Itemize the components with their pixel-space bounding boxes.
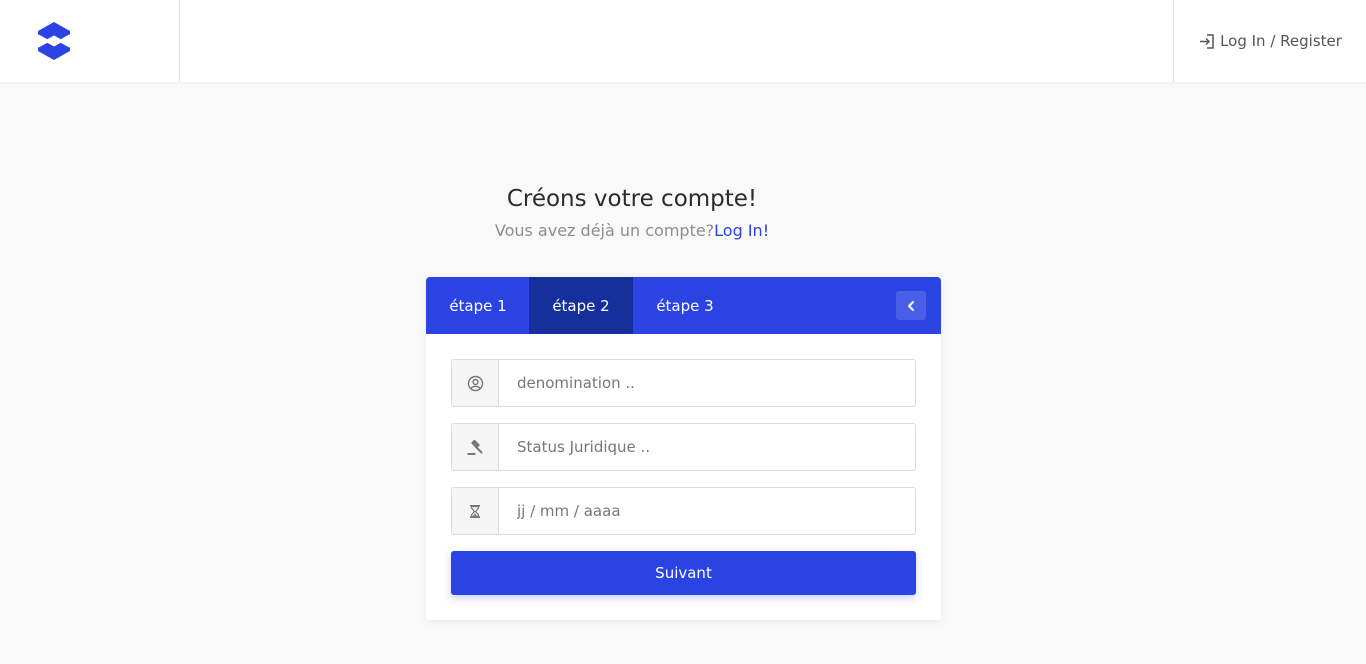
subtitle-text: Vous avez déjà un compte?: [494, 221, 715, 240]
tab-step-1[interactable]: étape 1: [426, 277, 530, 334]
tab-step-2[interactable]: étape 2: [529, 277, 633, 334]
gavel-icon: [467, 439, 483, 455]
date-field: [451, 487, 916, 535]
status-juridique-field: [451, 423, 916, 471]
next-button[interactable]: Suivant: [451, 551, 916, 595]
hourglass-icon: [470, 504, 480, 518]
login-register-label: Log In / Register: [1220, 32, 1342, 50]
denomination-field: [451, 359, 916, 407]
status-juridique-input[interactable]: [500, 424, 915, 470]
top-navbar: Log In / Register: [0, 0, 1366, 82]
step-tabs: étape 1 étape 2 étape 3: [426, 277, 941, 334]
denomination-addon: [452, 360, 499, 406]
chevron-left-icon: [908, 300, 914, 311]
denomination-input[interactable]: [500, 360, 915, 406]
login-link[interactable]: Log In!: [714, 221, 769, 240]
collapse-button[interactable]: [896, 291, 926, 320]
login-register-link[interactable]: Log In / Register: [1173, 0, 1366, 82]
date-addon: [452, 488, 499, 534]
date-input[interactable]: [500, 488, 915, 534]
brand-logo-icon[interactable]: [34, 21, 74, 61]
register-card: étape 1 étape 2 étape 3 denomination .. …: [426, 277, 941, 620]
user-circle-icon: [467, 375, 483, 391]
page-title: Créons votre compte!: [506, 186, 758, 212]
logo-cell: [0, 0, 180, 82]
status-juridique-addon: [452, 424, 499, 470]
tab-step-3[interactable]: étape 3: [633, 277, 737, 334]
sign-in-icon: [1200, 33, 1214, 49]
page-subtitle: Vous avez déjà un compte?Log In!: [0, 221, 1264, 240]
